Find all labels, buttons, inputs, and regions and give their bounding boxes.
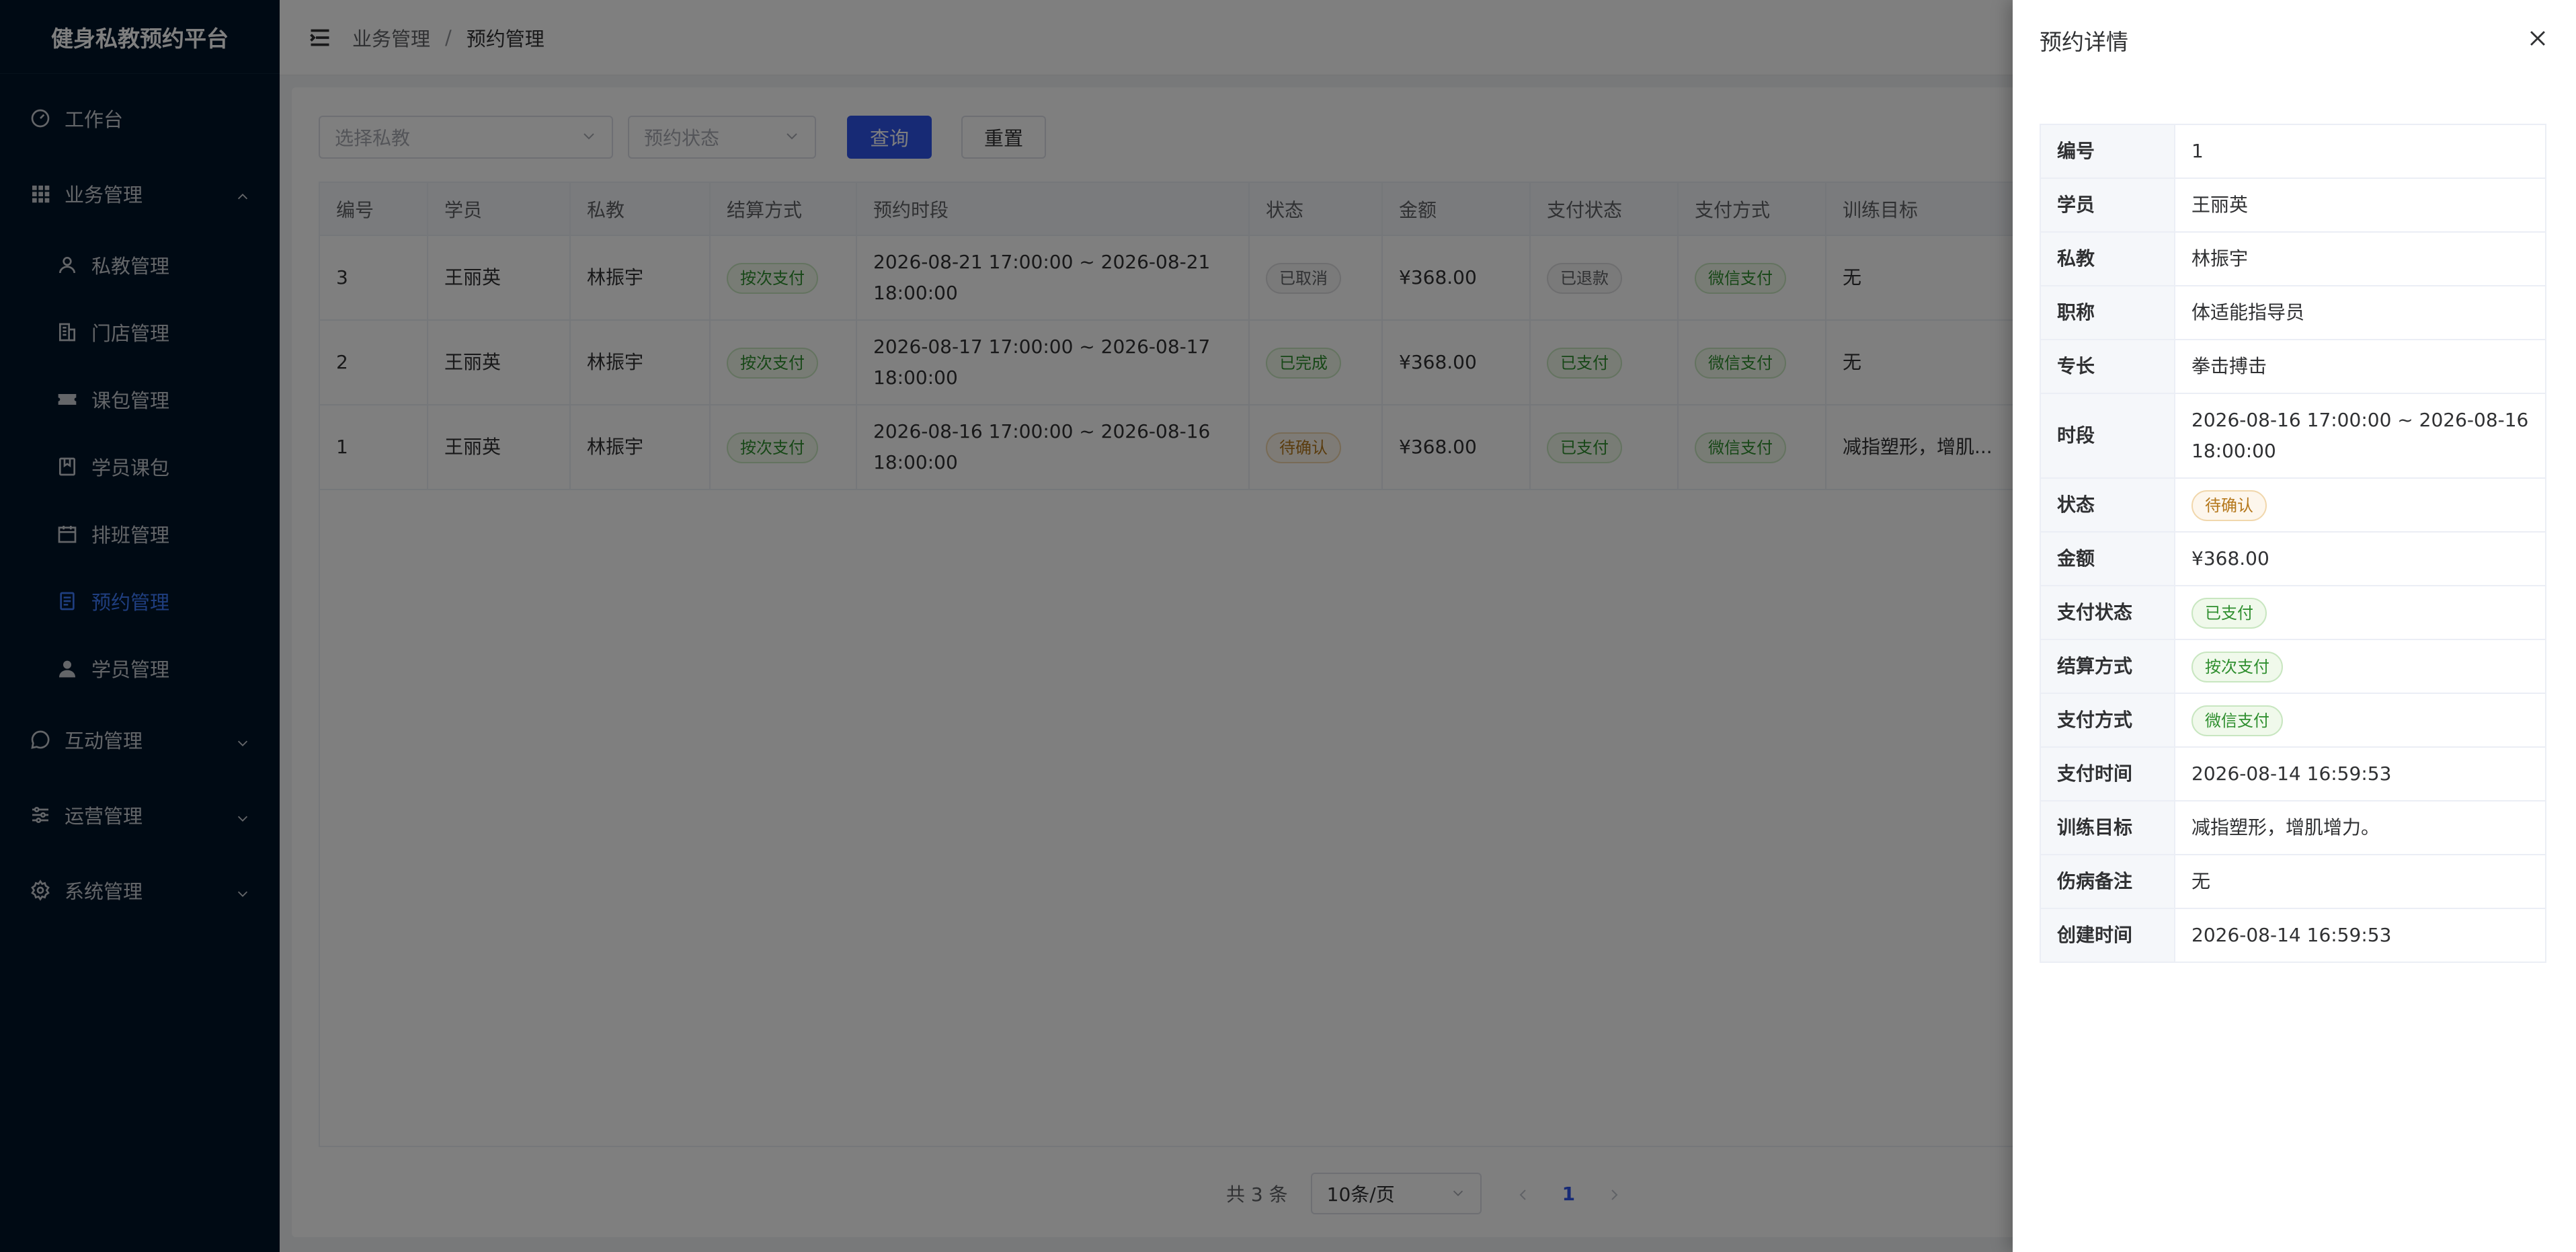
detail-value: 无 [2174, 854, 2546, 909]
detail-descriptions: 编号 1 学员 王丽英 私教 林振宇 职称 体适能指导员 专长 拳击搏击 时段 2026-0… [2040, 124, 2546, 963]
detail-value: 2026-08-16 17:00:00 ~ 2026-08-16 18:00:0… [2174, 393, 2546, 479]
detail-row: 伤病备注无 [2040, 854, 2546, 909]
detail-value: ¥368.00 [2174, 531, 2546, 586]
close-icon[interactable] [2526, 27, 2549, 50]
detail-value: 按次支付 [2174, 639, 2546, 694]
pay-status-badge: 已支付 [2191, 597, 2267, 629]
detail-value: 减指塑形，增肌增力。 [2174, 800, 2546, 855]
detail-row: 支付时间 2026-08-14 16:59:53 [2040, 746, 2546, 801]
detail-row: 创建时间 2026-08-14 16:59:53 [2040, 908, 2546, 963]
detail-row: 时段 2026-08-16 17:00:00 ~ 2026-08-16 18:00… [2040, 393, 2546, 479]
detail-label: 状态 [2040, 477, 2175, 533]
detail-label: 金额 [2040, 531, 2175, 586]
detail-label: 私教 [2040, 231, 2175, 286]
detail-label: 支付方式 [2040, 693, 2175, 748]
detail-label: 时段 [2040, 393, 2175, 479]
pay-method-tag: 微信支付 [2191, 705, 2283, 736]
detail-value: 1 [2174, 124, 2546, 179]
detail-label: 创建时间 [2040, 908, 2175, 963]
detail-value: 2026-08-14 16:59:53 [2174, 746, 2546, 801]
detail-label: 支付时间 [2040, 746, 2175, 801]
detail-label: 结算方式 [2040, 639, 2175, 694]
detail-value: 体适能指导员 [2174, 285, 2546, 340]
detail-row: 金额 ¥368.00 [2040, 531, 2546, 586]
detail-row: 编号 1 [2040, 124, 2546, 179]
detail-value: 2026-08-14 16:59:53 [2174, 908, 2546, 963]
detail-row: 私教 林振宇 [2040, 231, 2546, 286]
detail-row: 训练目标 减指塑形，增肌增力。 [2040, 800, 2546, 855]
drawer-title: 预约详情 [2040, 29, 2128, 55]
detail-row: 支付方式 微信支付 [2040, 693, 2546, 748]
detail-value: 已支付 [2174, 585, 2546, 640]
detail-row: 支付状态 已支付 [2040, 585, 2546, 640]
detail-value: 待确认 [2174, 477, 2546, 533]
detail-label: 学员 [2040, 178, 2175, 233]
detail-row: 结算方式 按次支付 [2040, 639, 2546, 694]
detail-label: 编号 [2040, 124, 2175, 179]
detail-label: 专长 [2040, 339, 2175, 394]
detail-value: 微信支付 [2174, 693, 2546, 748]
detail-row: 职称 体适能指导员 [2040, 285, 2546, 340]
detail-row: 专长 拳击搏击 [2040, 339, 2546, 394]
status-badge: 待确认 [2191, 490, 2267, 521]
detail-value: 拳击搏击 [2174, 339, 2546, 394]
detail-row: 学员 王丽英 [2040, 178, 2546, 233]
detail-label: 伤病备注 [2040, 854, 2175, 909]
detail-value: 林振宇 [2174, 231, 2546, 286]
booking-detail-drawer: 预约详情 编号 1 学员 王丽英 私教 林振宇 职称 体适能指导员 专长 拳击搏击 时段 2… [2013, 0, 2576, 1252]
detail-row: 状态 待确认 [2040, 477, 2546, 533]
detail-label: 职称 [2040, 285, 2175, 340]
detail-value: 王丽英 [2174, 178, 2546, 233]
settlement-tag: 按次支付 [2191, 651, 2283, 682]
detail-label: 支付状态 [2040, 585, 2175, 640]
detail-label: 训练目标 [2040, 800, 2175, 855]
